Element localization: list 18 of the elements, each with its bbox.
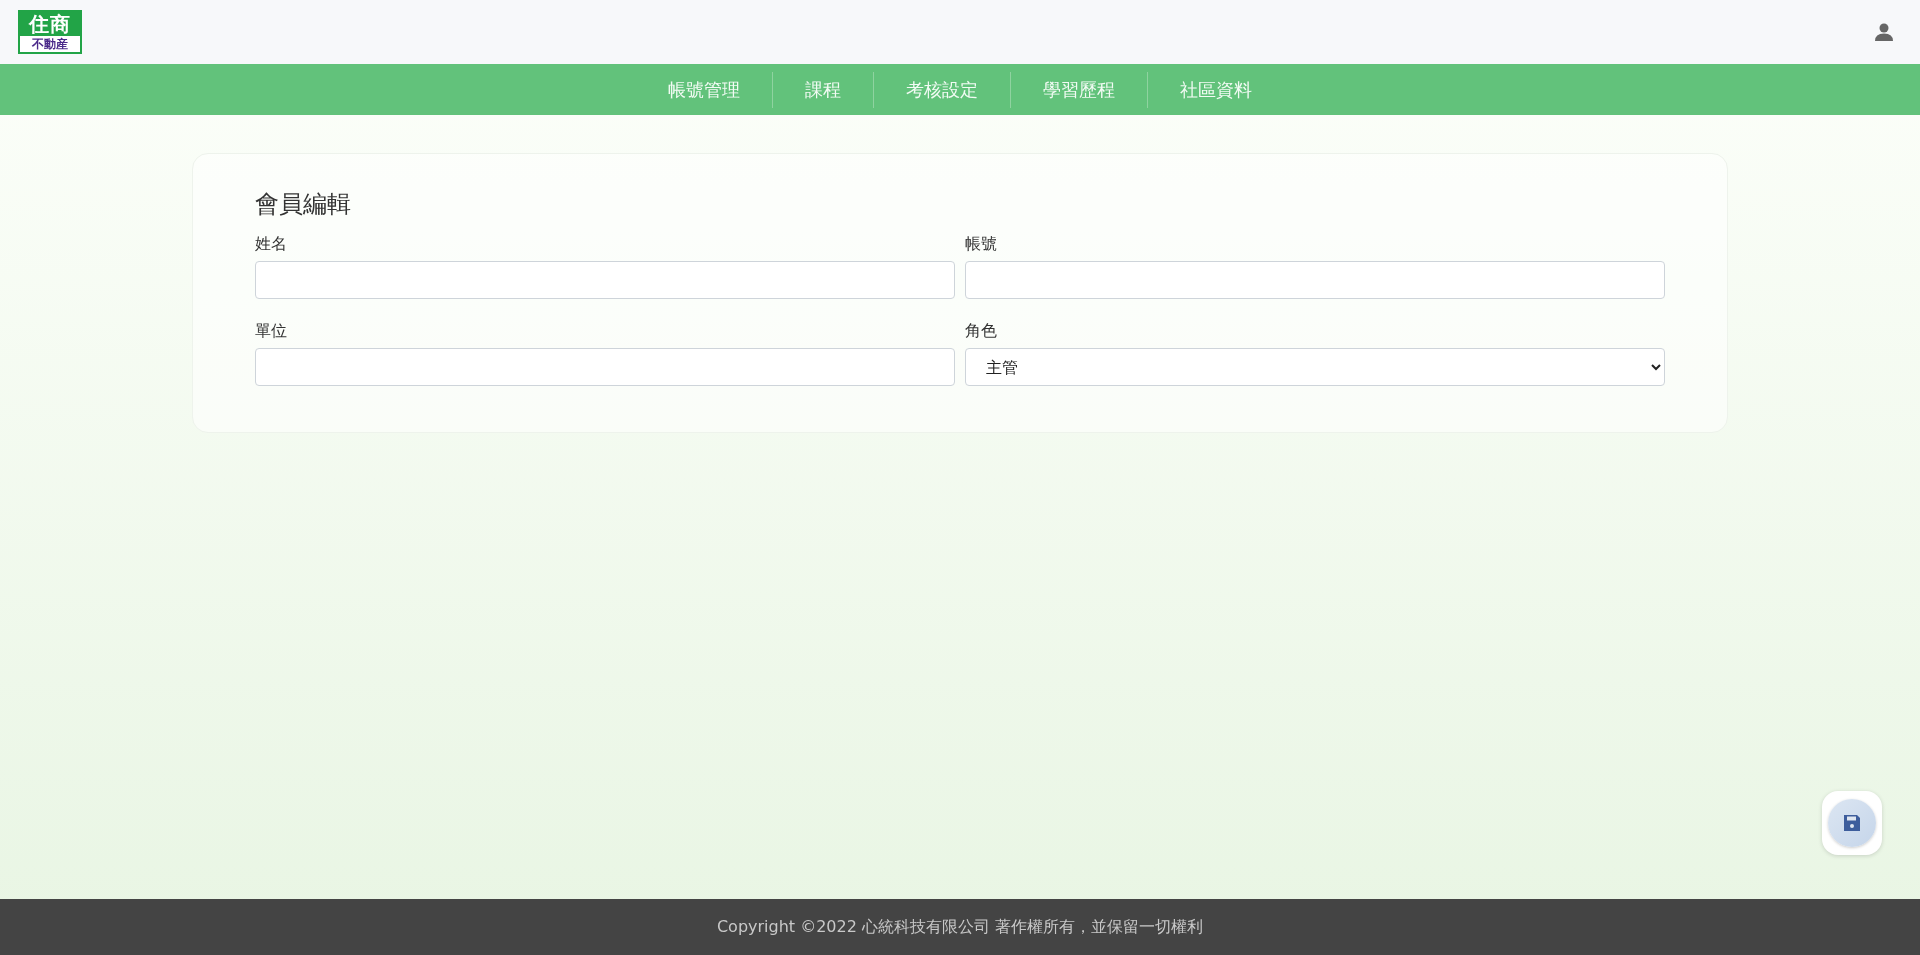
logo[interactable]: 住商 不動産 bbox=[18, 10, 82, 54]
nav-link[interactable]: 學習歷程 bbox=[1010, 71, 1147, 108]
input-field[interactable] bbox=[255, 261, 955, 299]
nav-link[interactable]: 課程 bbox=[772, 71, 873, 108]
field-label: 角色 bbox=[965, 321, 998, 342]
nav-link[interactable]: 帳號管理 bbox=[636, 71, 772, 108]
input-field[interactable] bbox=[255, 348, 955, 386]
field-label: 帳號 bbox=[965, 234, 998, 255]
form-title: 會員編輯 bbox=[255, 189, 352, 220]
save-button[interactable] bbox=[1822, 791, 1882, 855]
field-label: 單位 bbox=[255, 321, 288, 342]
nav-link[interactable]: 考核設定 bbox=[873, 71, 1010, 108]
field-label: 姓名 bbox=[255, 234, 288, 255]
copyright-text: Copyright ©2022 心統科技有限公司 著作權所有，並保留一切權利 bbox=[0, 899, 1920, 955]
nav-link[interactable]: 社區資料 bbox=[1147, 71, 1284, 108]
role-select[interactable]: 主管 bbox=[965, 348, 1665, 386]
input-field[interactable] bbox=[965, 261, 1665, 299]
user-icon[interactable] bbox=[1874, 22, 1894, 42]
